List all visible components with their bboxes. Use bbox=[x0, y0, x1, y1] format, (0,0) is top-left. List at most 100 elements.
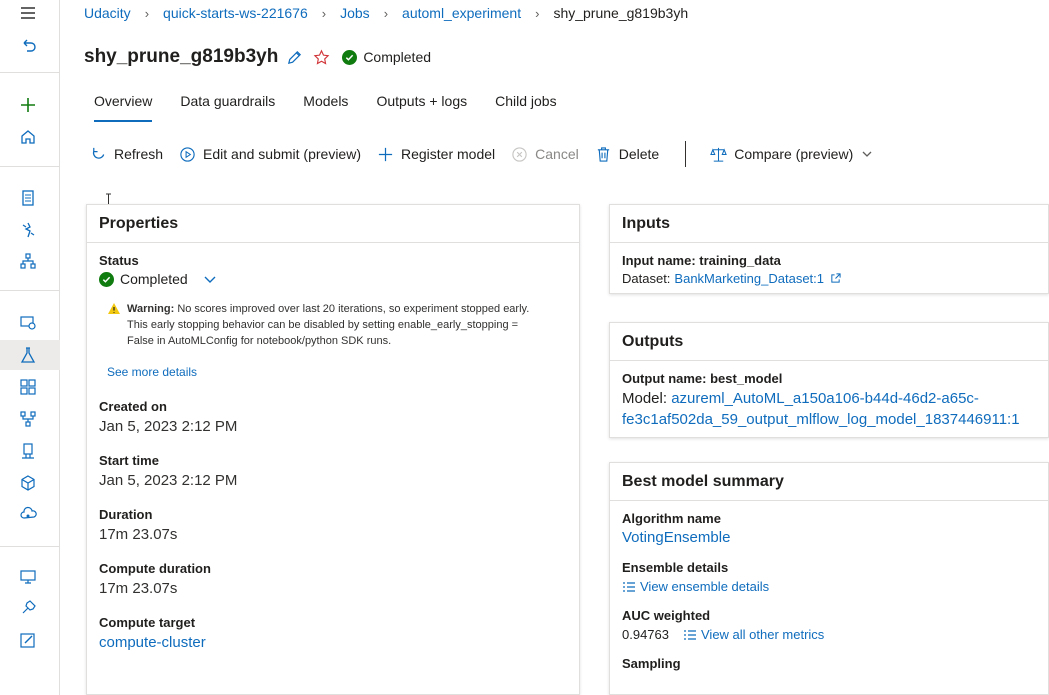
inputs-heading: Inputs bbox=[610, 205, 1048, 243]
new-plus-icon[interactable] bbox=[17, 94, 39, 116]
algorithm-name-link[interactable]: VotingEnsemble bbox=[622, 529, 1036, 546]
algorithm-name-label: Algorithm name bbox=[622, 511, 721, 526]
start-time-value: Jan 5, 2023 2:12 PM bbox=[99, 472, 238, 489]
compare-button[interactable]: Compare (preview) bbox=[710, 146, 873, 163]
job-status: Completed bbox=[342, 49, 431, 65]
model-label: Model: bbox=[622, 390, 668, 407]
linked-services-icon[interactable] bbox=[17, 597, 39, 619]
early-stopping-warning: Warning: No scores improved over last 20… bbox=[99, 301, 567, 349]
model-link-line1[interactable]: azureml_AutoML_a150a106-b44d-46d2-a65c- bbox=[671, 390, 979, 407]
inputs-card: Inputs Input name: training_data Dataset… bbox=[609, 204, 1049, 294]
rail-divider bbox=[0, 166, 60, 167]
list-icon bbox=[623, 581, 635, 592]
job-status-label: Completed bbox=[363, 49, 432, 65]
tab-outputs-logs[interactable]: Outputs + logs bbox=[366, 90, 477, 122]
plus-icon bbox=[378, 147, 393, 161]
breadcrumb-workspace[interactable]: quick-starts-ws-221676 bbox=[163, 5, 308, 21]
edit-submit-label: Edit and submit (preview) bbox=[203, 146, 361, 162]
chevron-down-icon bbox=[862, 151, 872, 157]
cancel-label: Cancel bbox=[535, 146, 579, 162]
warning-text-line3: False in AutoMLConfig for notebook/pytho… bbox=[127, 335, 392, 347]
hamburger-menu-icon[interactable] bbox=[17, 2, 39, 24]
register-model-label: Register model bbox=[400, 146, 496, 162]
tab-child-jobs[interactable]: Child jobs bbox=[485, 90, 566, 122]
sampling-label: Sampling bbox=[622, 656, 681, 671]
auc-row: 0.94763 View all other metrics bbox=[622, 627, 1036, 642]
pipelines-icon[interactable] bbox=[17, 408, 39, 430]
designer-icon[interactable] bbox=[17, 250, 39, 272]
command-bar: Refresh Edit and submit (preview) Regist… bbox=[84, 140, 889, 168]
warning-title: Warning: bbox=[127, 303, 175, 315]
data-icon[interactable] bbox=[17, 311, 39, 333]
delete-button[interactable]: Delete bbox=[595, 146, 659, 163]
jobs-flask-icon[interactable] bbox=[17, 344, 39, 366]
breadcrumb-jobs[interactable]: Jobs bbox=[340, 5, 370, 21]
edit-pencil-icon[interactable] bbox=[286, 49, 303, 66]
output-name: Output name: best_model bbox=[622, 371, 783, 386]
delete-label: Delete bbox=[618, 146, 660, 162]
created-on-value: Jan 5, 2023 2:12 PM bbox=[99, 418, 238, 435]
home-icon[interactable] bbox=[17, 126, 39, 148]
components-icon[interactable] bbox=[17, 376, 39, 398]
status-value-row: Completed bbox=[99, 271, 567, 287]
view-ensemble-details-link[interactable]: View ensemble details bbox=[640, 579, 769, 594]
tab-data-guardrails[interactable]: Data guardrails bbox=[170, 90, 285, 122]
breadcrumb-experiment[interactable]: automl_experiment bbox=[402, 5, 521, 21]
play-circle-icon bbox=[180, 146, 195, 162]
duration-label: Duration bbox=[99, 507, 153, 522]
dataset-link[interactable]: BankMarketing_Dataset:1 bbox=[674, 271, 824, 286]
back-icon[interactable] bbox=[17, 34, 39, 56]
completed-check-icon bbox=[99, 271, 114, 287]
ensemble-details-label: Ensemble details bbox=[622, 560, 729, 575]
chevron-right-icon: › bbox=[321, 5, 327, 21]
register-model-button[interactable]: Register model bbox=[377, 146, 495, 163]
breadcrumb-current: shy_prune_g819b3yh bbox=[553, 5, 689, 21]
auc-weighted-label: AUC weighted bbox=[622, 608, 711, 623]
chevron-right-icon: › bbox=[383, 5, 389, 21]
properties-card: Properties Status Completed Warning: No … bbox=[86, 204, 580, 695]
compute-monitor-icon[interactable] bbox=[17, 566, 39, 588]
compute-target-link[interactable]: compute-cluster bbox=[99, 634, 567, 651]
warning-triangle-icon bbox=[107, 302, 121, 349]
chevron-right-icon: › bbox=[144, 5, 150, 21]
ensemble-details-row[interactable]: View ensemble details bbox=[622, 579, 1036, 594]
created-on-label: Created on bbox=[99, 399, 167, 414]
scales-icon bbox=[710, 147, 728, 162]
tab-overview[interactable]: Overview bbox=[84, 90, 162, 122]
model-row: Model: azureml_AutoML_a150a106-b44d-46d2… bbox=[622, 388, 1036, 430]
edit-submit-button[interactable]: Edit and submit (preview) bbox=[179, 146, 361, 163]
data-labeling-icon[interactable] bbox=[17, 629, 39, 651]
status-value: Completed bbox=[120, 271, 188, 287]
open-external-icon[interactable] bbox=[830, 273, 841, 284]
cancel-button[interactable]: Cancel bbox=[511, 146, 579, 163]
chevron-right-icon: › bbox=[535, 5, 540, 21]
refresh-button[interactable]: Refresh bbox=[90, 146, 163, 163]
outputs-card: Outputs Output name: best_model Model: a… bbox=[609, 322, 1049, 438]
input-name: Input name: training_data bbox=[622, 253, 781, 268]
auc-weighted-value: 0.94763 bbox=[622, 627, 669, 642]
page-title: shy_prune_g819b3yh bbox=[84, 46, 279, 67]
automated-ml-icon[interactable] bbox=[17, 219, 39, 241]
breadcrumb: Udacity › quick-starts-ws-221676 › Jobs … bbox=[84, 4, 688, 22]
environments-icon[interactable] bbox=[17, 440, 39, 462]
endpoints-cloud-icon[interactable] bbox=[17, 503, 39, 525]
model-link-line2[interactable]: fe3c1af502da_59_output_mlflow_log_model_… bbox=[622, 411, 1020, 428]
view-all-metrics-link[interactable]: View all other metrics bbox=[701, 627, 824, 642]
see-more-details-link[interactable]: See more details bbox=[107, 365, 567, 379]
title-row: shy_prune_g819b3yh Completed bbox=[84, 44, 431, 70]
rail-divider bbox=[0, 546, 60, 547]
notebook-icon[interactable] bbox=[17, 187, 39, 209]
left-nav-rail bbox=[0, 0, 60, 695]
favorite-star-icon[interactable] bbox=[313, 49, 330, 66]
refresh-icon bbox=[92, 147, 105, 159]
status-expand-chevron-icon[interactable] bbox=[202, 271, 218, 287]
tab-models[interactable]: Models bbox=[293, 90, 358, 122]
outputs-heading: Outputs bbox=[610, 323, 1048, 361]
best-model-summary-card: Best model summary Algorithm name Voting… bbox=[609, 462, 1049, 695]
breadcrumb-workspace-org[interactable]: Udacity bbox=[84, 5, 131, 21]
compute-duration-label: Compute duration bbox=[99, 561, 211, 576]
toolbar-divider bbox=[685, 141, 687, 167]
cancel-circle-icon bbox=[512, 146, 527, 162]
duration-value: 17m 23.07s bbox=[99, 526, 178, 543]
models-cube-icon[interactable] bbox=[17, 472, 39, 494]
